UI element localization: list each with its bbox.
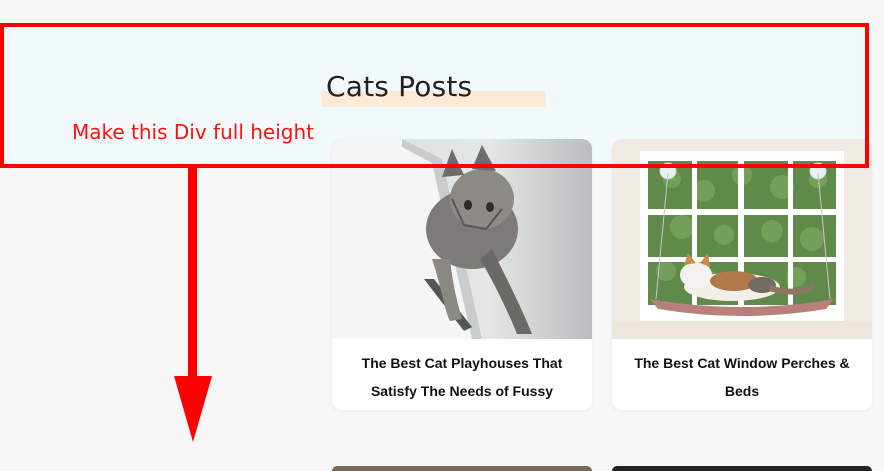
post-card[interactable]: The Best Cat Window Perches & Beds [612,139,872,410]
post-title[interactable]: The Best Cat Window Perches & Beds [612,339,872,405]
post-image-cat-on-window[interactable] [612,139,872,339]
annotation-arrow-down-icon [174,376,212,442]
annotation-note: Make this Div full height [72,120,314,144]
post-image-cat-on-wall[interactable] [332,139,592,339]
annotation-arrow-shaft [188,168,197,378]
section-title: Cats Posts [326,70,473,103]
next-post-card-edge [332,466,592,471]
post-title[interactable]: The Best Cat Playhouses That Satisfy The… [332,339,592,405]
next-post-card-edge [612,466,872,471]
post-card[interactable]: The Best Cat Playhouses That Satisfy The… [332,139,592,410]
